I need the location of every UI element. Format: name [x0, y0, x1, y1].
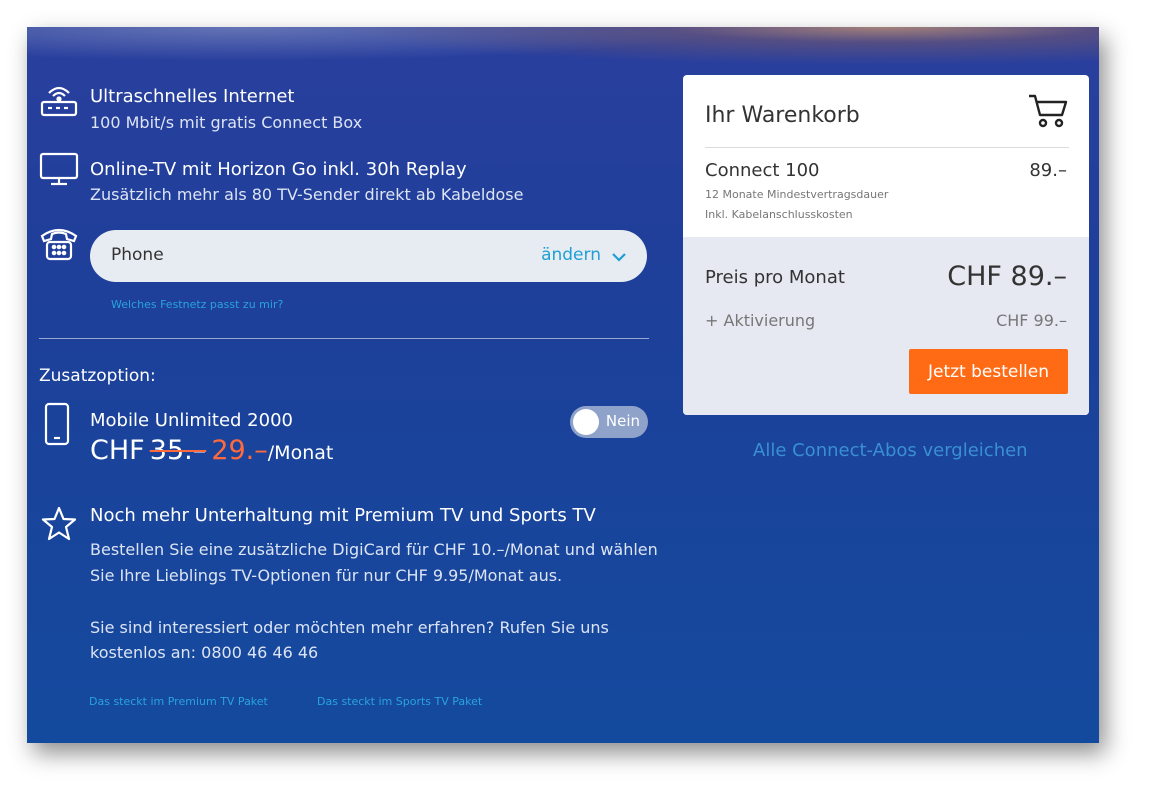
- feature-internet-title: Ultraschnelles Internet: [90, 86, 295, 107]
- addon-old-price: 35.–: [149, 435, 207, 466]
- monthly-price-value: CHF 89.–: [947, 261, 1067, 292]
- addon-heading: Zusatzoption:: [39, 366, 156, 386]
- order-now-button[interactable]: Jetzt bestellen: [909, 349, 1068, 394]
- cart-item-price: 89.–: [1029, 160, 1067, 181]
- shopping-cart-icon[interactable]: [1027, 93, 1069, 133]
- phone-option-select[interactable]: Phone ändern: [90, 230, 647, 282]
- activation-label: + Aktivierung: [705, 311, 816, 330]
- cart-item-detail-connection: Inkl. Kabelanschlusskosten: [705, 208, 853, 221]
- tv-monitor-icon: [39, 152, 79, 190]
- landline-help-link[interactable]: Welches Festnetz passt zu mir?: [111, 298, 283, 311]
- router-icon: [39, 79, 79, 123]
- premium-text-line-2: Sie Ihre Lieblings TV-Optionen für nur C…: [90, 566, 563, 585]
- screenshot-frame: Ultraschnelles Internet 100 Mbit/s mit g…: [27, 27, 1099, 743]
- addon-price-period: /Monat: [267, 442, 334, 464]
- section-divider: [39, 338, 649, 339]
- premium-text-line-4: kostenlos an: 0800 46 46 46: [90, 643, 319, 662]
- compare-subscriptions-link[interactable]: Alle Connect-Abos vergleichen: [753, 440, 1028, 461]
- chevron-down-icon[interactable]: [611, 248, 627, 267]
- cart-item-name: Connect 100: [705, 160, 820, 181]
- cart-item-detail-contract: 12 Monate Mindestvertragsdauer: [705, 188, 889, 201]
- feature-internet-subtitle: 100 Mbit/s mit gratis Connect Box: [90, 113, 363, 132]
- activation-value: CHF 99.–: [996, 311, 1067, 330]
- smartphone-icon: [43, 402, 71, 450]
- addon-name: Mobile Unlimited 2000: [90, 410, 293, 431]
- phone-option-value: Phone: [111, 245, 164, 265]
- addon-price: CHF 35.– 29.–/Monat: [90, 435, 333, 466]
- addon-currency: CHF: [90, 435, 145, 466]
- telephone-icon: [39, 224, 79, 266]
- premium-text-line-1: Bestellen Sie eine zusätzliche DigiCard …: [90, 540, 658, 559]
- monthly-price-label: Preis pro Monat: [705, 267, 845, 288]
- star-icon: [40, 505, 78, 547]
- shopping-cart-panel: Ihr Warenkorb Connect 100 89.– 12 Monate…: [683, 75, 1089, 415]
- sports-tv-package-link[interactable]: Das steckt im Sports TV Paket: [317, 695, 482, 708]
- premium-title: Noch mehr Unterhaltung mit Premium TV un…: [90, 505, 596, 526]
- addon-toggle[interactable]: Nein: [570, 406, 648, 438]
- cart-summary: Preis pro Monat CHF 89.– + Aktivierung C…: [683, 237, 1089, 415]
- premium-tv-package-link[interactable]: Das steckt im Premium TV Paket: [89, 695, 268, 708]
- addon-toggle-label: Nein: [605, 412, 640, 430]
- toggle-knob: [573, 409, 599, 435]
- cart-divider: [705, 147, 1069, 148]
- change-phone-link[interactable]: ändern: [541, 245, 601, 265]
- addon-new-price: 29.–: [211, 435, 268, 466]
- feature-tv-subtitle: Zusätzlich mehr als 80 TV-Sender direkt …: [90, 185, 524, 204]
- cart-title: Ihr Warenkorb: [705, 103, 860, 128]
- premium-text-line-3: Sie sind interessiert oder möchten mehr …: [90, 618, 609, 637]
- feature-tv-title: Online-TV mit Horizon Go inkl. 30h Repla…: [90, 159, 467, 180]
